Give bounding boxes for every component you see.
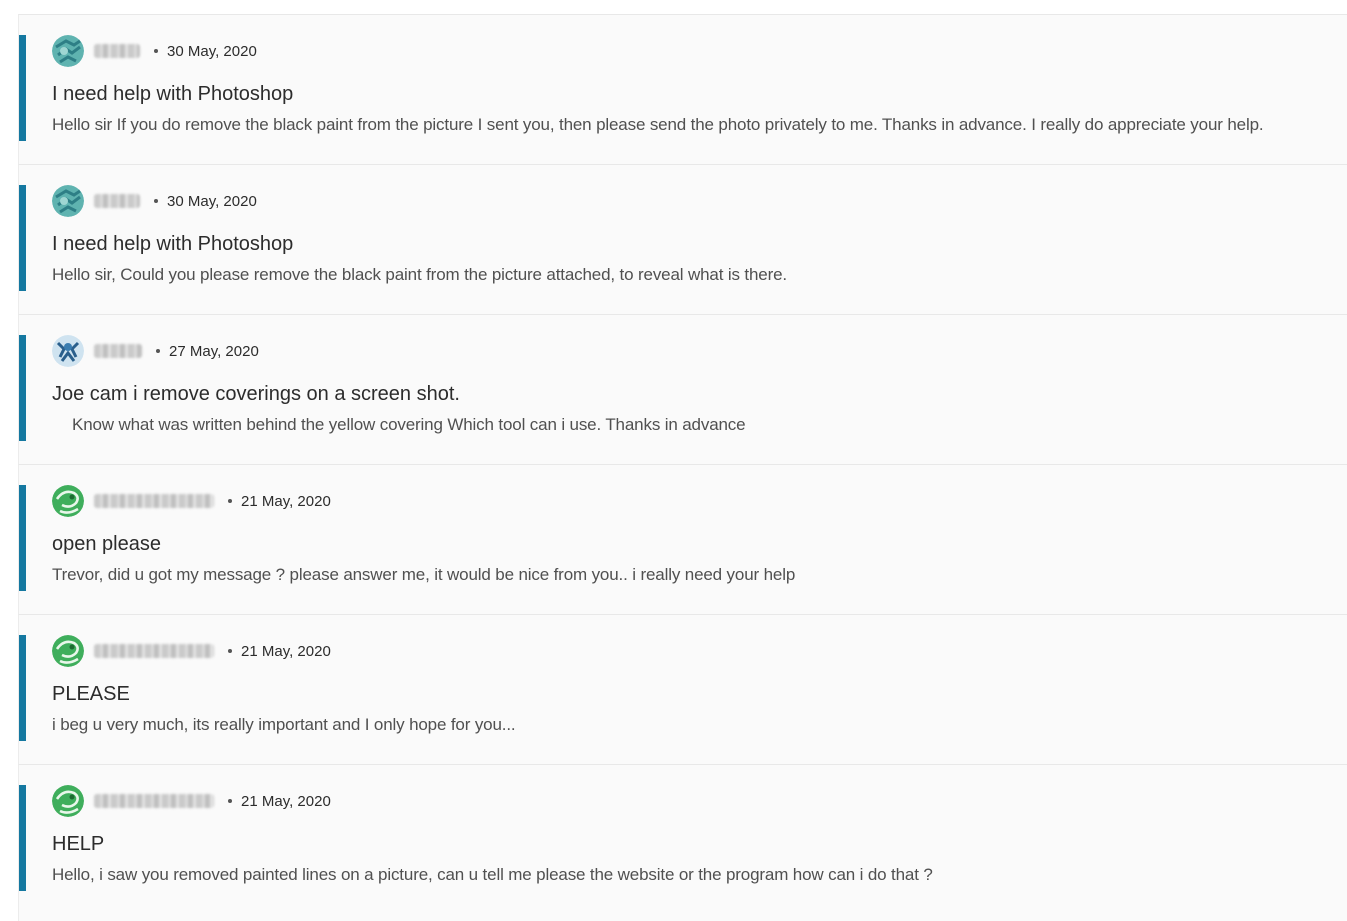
author-name-redacted[interactable] [94,644,214,658]
message-title[interactable]: I need help with Photoshop [52,233,293,256]
teal-pattern-avatar-icon [52,185,84,217]
author-name-redacted[interactable] [94,344,142,358]
unread-indicator [19,785,26,891]
message-card[interactable]: 21 May, 2020 open please Trevor, did u g… [18,464,1347,614]
avatar[interactable] [52,335,84,367]
post-date: 21 May, 2020 [241,792,331,810]
teal-pattern-avatar-icon [52,35,84,67]
unread-indicator [19,485,26,591]
post-date: 21 May, 2020 [241,492,331,510]
author-name-redacted[interactable] [94,194,140,208]
message-list: 30 May, 2020 I need help with Photoshop … [18,14,1347,921]
author-name-redacted[interactable] [94,494,214,508]
blue-pattern-avatar-icon [52,335,84,367]
message-title[interactable]: Joe cam i remove coverings on a screen s… [52,383,460,406]
separator-dot [228,649,232,653]
unread-indicator [19,35,26,141]
message-card[interactable]: 21 May, 2020 HELP Hello, i saw you remov… [18,764,1347,921]
message-meta: 30 May, 2020 [52,185,257,217]
green-pattern-avatar-icon [52,485,84,517]
message-meta: 30 May, 2020 [52,35,257,67]
message-title[interactable]: I need help with Photoshop [52,83,293,106]
separator-dot [154,199,158,203]
avatar[interactable] [52,35,84,67]
message-card[interactable]: 30 May, 2020 I need help with Photoshop … [18,14,1347,164]
separator-dot [228,499,232,503]
message-meta: 27 May, 2020 [52,335,259,367]
message-preview: Hello sir If you do remove the black pai… [52,115,1264,134]
separator-dot [228,799,232,803]
message-meta: 21 May, 2020 [52,635,331,667]
post-date: 21 May, 2020 [241,642,331,660]
unread-indicator [19,185,26,291]
avatar[interactable] [52,485,84,517]
avatar[interactable] [52,185,84,217]
avatar[interactable] [52,785,84,817]
unread-indicator [19,635,26,741]
green-pattern-avatar-icon [52,785,84,817]
message-preview: i beg u very much, its really important … [52,715,516,734]
message-title[interactable]: PLEASE [52,683,130,706]
message-preview: Trevor, did u got my message ? please an… [52,565,796,584]
post-date: 30 May, 2020 [167,42,257,60]
message-title[interactable]: HELP [52,833,104,856]
avatar[interactable] [52,635,84,667]
message-meta: 21 May, 2020 [52,485,331,517]
author-name-redacted[interactable] [94,44,140,58]
message-preview: Hello sir, Could you please remove the b… [52,265,787,284]
separator-dot [154,49,158,53]
post-date: 27 May, 2020 [169,342,259,360]
message-card[interactable]: 27 May, 2020 Joe cam i remove coverings … [18,314,1347,464]
separator-dot [156,349,160,353]
message-preview: Know what was written behind the yellow … [72,415,746,434]
message-meta: 21 May, 2020 [52,785,331,817]
green-pattern-avatar-icon [52,635,84,667]
message-title[interactable]: open please [52,533,161,556]
post-date: 30 May, 2020 [167,192,257,210]
message-preview: Hello, i saw you removed painted lines o… [52,865,933,884]
message-card[interactable]: 30 May, 2020 I need help with Photoshop … [18,164,1347,314]
unread-indicator [19,335,26,441]
message-card[interactable]: 21 May, 2020 PLEASE i beg u very much, i… [18,614,1347,764]
author-name-redacted[interactable] [94,794,214,808]
